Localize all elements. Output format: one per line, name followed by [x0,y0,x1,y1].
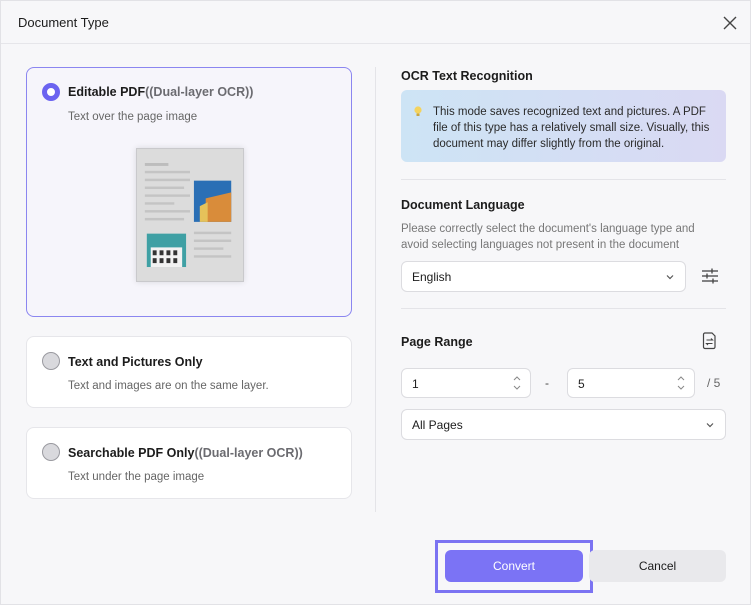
page-range-title: Page Range [401,335,473,349]
close-icon [723,16,737,30]
radio-text-and-pictures[interactable] [42,352,60,370]
page-swap-icon[interactable] [700,331,720,351]
document-preview-image [136,148,244,282]
option-searchable-pdf-subtitle: Text under the page image [68,471,205,483]
page-from-input[interactable]: 1 [401,368,531,398]
page-to-value: 5 [578,377,585,391]
document-type-dialog: Document Type Editable PDF((Dual-layer O… [0,0,751,605]
spinner-arrows-icon[interactable] [512,373,522,393]
chevron-down-icon [666,275,674,280]
option-editable-pdf-title: Editable PDF((Dual-layer OCR)) [68,85,254,99]
spinner-arrows-icon[interactable] [676,373,686,393]
ocr-info-text: This mode saves recognized text and pict… [433,106,710,150]
language-select[interactable]: English [401,261,686,292]
cancel-button[interactable]: Cancel [589,550,726,582]
page-to-input[interactable]: 5 [567,368,695,398]
page-total: / 5 [707,376,721,390]
section-divider [401,179,726,180]
radio-searchable-pdf[interactable] [42,443,60,461]
page-from-value: 1 [412,377,419,391]
option-searchable-pdf[interactable]: Searchable PDF Only((Dual-layer OCR)) Te… [26,427,352,499]
chevron-down-icon [706,423,714,428]
radio-editable-pdf[interactable] [42,83,60,101]
vertical-divider [375,67,376,512]
ocr-section-title: OCR Text Recognition [401,69,533,83]
option-editable-pdf[interactable]: Editable PDF((Dual-layer OCR)) Text over… [26,67,352,317]
option-text-and-pictures-title: Text and Pictures Only [68,355,203,369]
option-text-and-pictures-subtitle: Text and images are on the same layer. [68,380,269,392]
sliders-icon[interactable] [699,265,721,287]
language-section-title: Document Language [401,198,525,212]
dialog-title: Document Type [18,15,109,30]
range-separator: - [545,376,549,390]
lightbulb-icon [414,106,422,116]
ocr-info-box: This mode saves recognized text and pict… [401,90,726,162]
page-scope-select[interactable]: All Pages [401,409,726,440]
language-select-value: English [412,270,452,284]
language-hint: Please correctly select the document's l… [401,223,695,251]
option-editable-pdf-subtitle: Text over the page image [68,111,198,123]
close-button[interactable] [718,11,742,35]
option-text-and-pictures[interactable]: Text and Pictures Only Text and images a… [26,336,352,408]
section-divider [401,308,726,309]
page-scope-value: All Pages [412,418,463,432]
convert-button[interactable]: Convert [445,550,583,582]
option-searchable-pdf-title: Searchable PDF Only((Dual-layer OCR)) [68,446,303,460]
title-bar: Document Type [1,1,750,44]
